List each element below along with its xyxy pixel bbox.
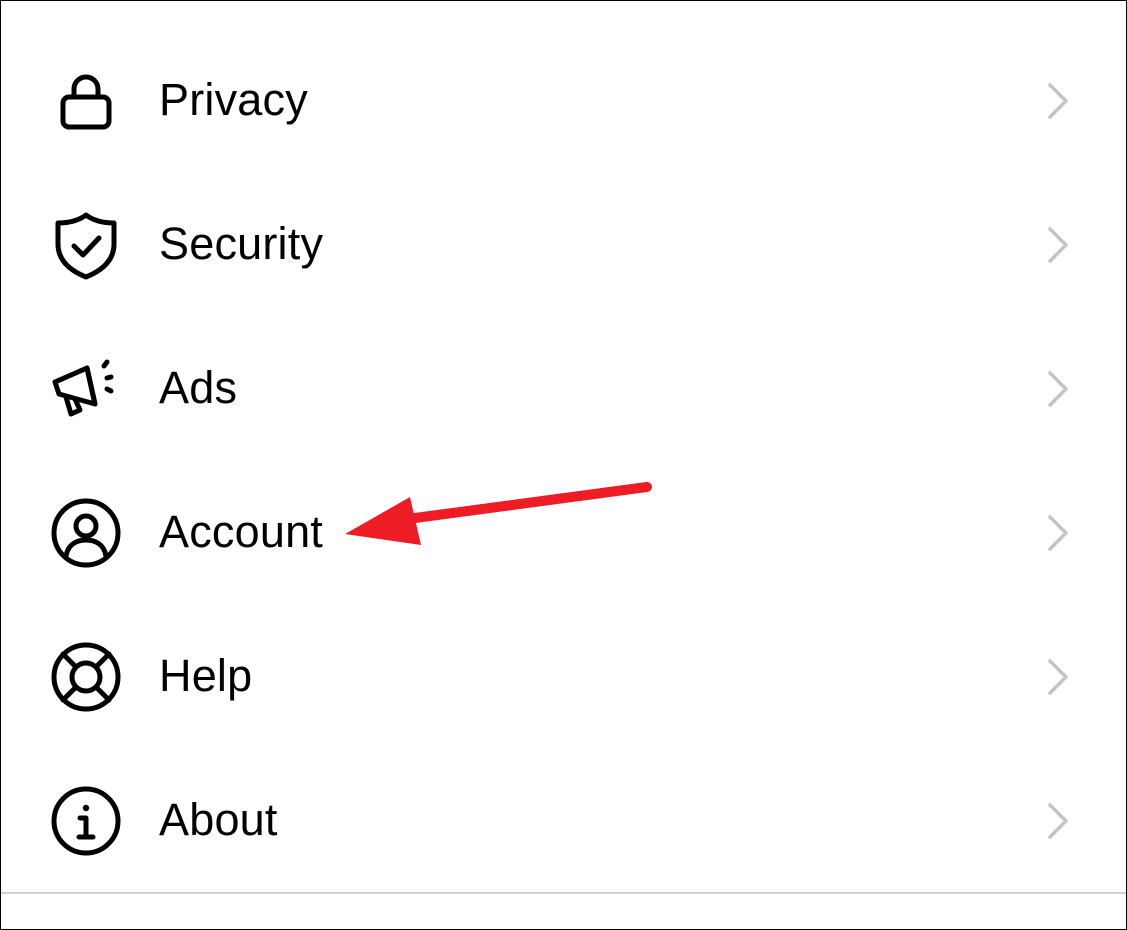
menu-item-label: Security [159, 217, 324, 269]
menu-item-label: Account [159, 505, 323, 557]
chevron-right-icon [1044, 81, 1072, 121]
chevron-right-icon [1044, 513, 1072, 553]
menu-item-ads[interactable]: Ads [1, 317, 1126, 461]
bottom-divider [1, 892, 1126, 894]
lock-icon [49, 64, 123, 138]
menu-item-help[interactable]: Help [1, 605, 1126, 749]
chevron-right-icon [1044, 369, 1072, 409]
menu-item-security[interactable]: Security [1, 173, 1126, 317]
settings-menu: Privacy Security Ads Account Help About [1, 29, 1126, 893]
megaphone-icon [49, 352, 123, 426]
chevron-right-icon [1044, 225, 1072, 265]
settings-screen: Privacy Security Ads Account Help About [0, 0, 1127, 930]
menu-item-account[interactable]: Account [1, 461, 1126, 605]
lifebuoy-icon [49, 640, 123, 714]
shield-check-icon [49, 208, 123, 282]
info-icon [49, 784, 123, 858]
user-circle-icon [49, 496, 123, 570]
menu-item-label: About [159, 793, 278, 845]
menu-item-label: Ads [159, 361, 238, 413]
chevron-right-icon [1044, 657, 1072, 697]
menu-item-label: Help [159, 649, 253, 701]
chevron-right-icon [1044, 801, 1072, 841]
menu-item-label: Privacy [159, 73, 308, 125]
menu-item-about[interactable]: About [1, 749, 1126, 893]
menu-item-privacy[interactable]: Privacy [1, 29, 1126, 173]
